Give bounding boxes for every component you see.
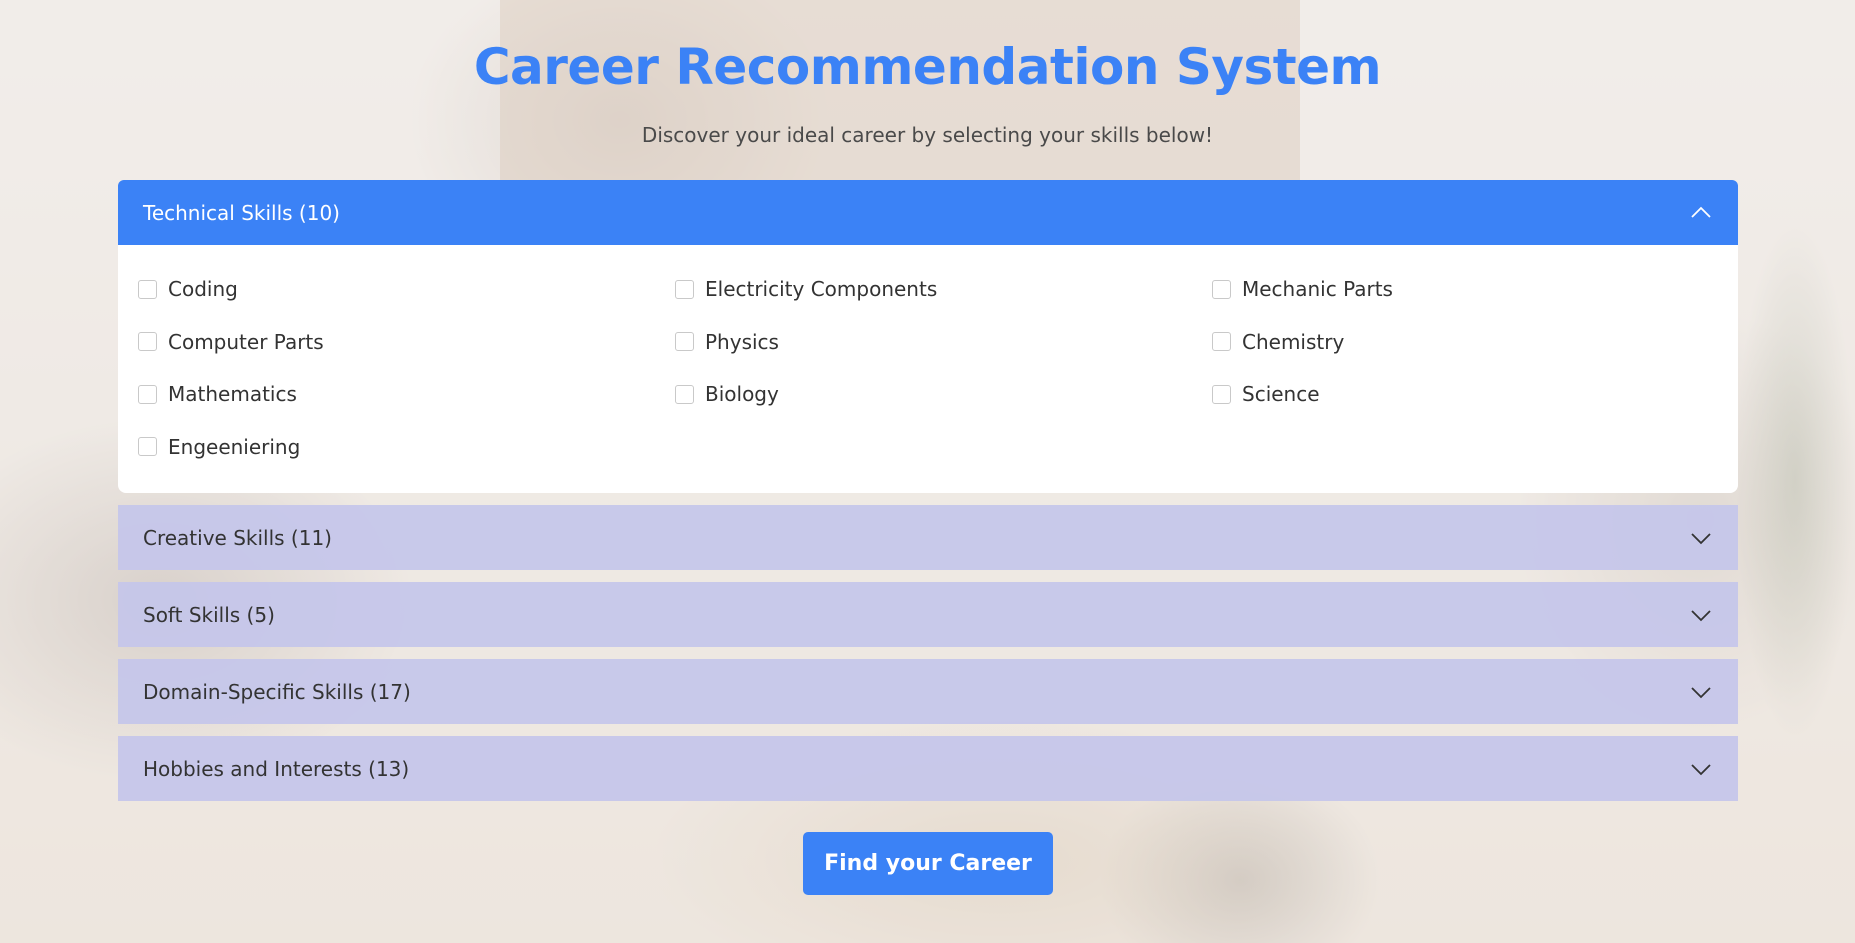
checkbox[interactable]: [138, 437, 157, 457]
skill-label: Engeeniering: [168, 434, 301, 459]
section-header-creative-skills[interactable]: Creative Skills (11): [118, 505, 1738, 570]
checkbox[interactable]: [138, 384, 157, 404]
find-career-button[interactable]: Find your Career: [803, 832, 1053, 895]
checkbox[interactable]: [138, 279, 157, 299]
section-header-technical-skills[interactable]: Technical Skills (10): [118, 180, 1738, 245]
skill-label: Science: [1242, 382, 1320, 407]
skill-label: Chemistry: [1242, 329, 1345, 354]
section-soft-skills: Soft Skills (5): [118, 582, 1738, 647]
skill-option[interactable]: Chemistry: [1212, 316, 1718, 369]
skill-label: Mechanic Parts: [1242, 277, 1393, 302]
skill-option[interactable]: Science: [1212, 368, 1718, 421]
checkbox[interactable]: [1212, 279, 1231, 299]
section-title: Domain-Specific Skills (17): [143, 679, 411, 704]
skills-accordion: Technical Skills (10) Coding Electricity…: [118, 180, 1738, 813]
skill-option[interactable]: Physics: [675, 316, 1212, 369]
chevron-down-icon: [1689, 603, 1713, 627]
checkbox[interactable]: [675, 279, 694, 299]
skill-label: Mathematics: [168, 382, 297, 407]
chevron-down-icon: [1689, 526, 1713, 550]
section-header-soft-skills[interactable]: Soft Skills (5): [118, 582, 1738, 647]
page-subtitle: Discover your ideal career by selecting …: [641, 123, 1214, 147]
chevron-up-icon: [1689, 201, 1713, 225]
skill-label: Computer Parts: [168, 329, 324, 354]
section-title: Technical Skills (10): [143, 200, 340, 225]
skill-option[interactable]: Electricity Components: [675, 263, 1212, 316]
section-title: Hobbies and Interests (13): [143, 756, 410, 781]
checkbox[interactable]: [1212, 384, 1231, 404]
section-technical-skills: Technical Skills (10) Coding Electricity…: [118, 180, 1738, 493]
section-header-hobbies-and-interests[interactable]: Hobbies and Interests (13): [118, 736, 1738, 801]
section-hobbies-and-interests: Hobbies and Interests (13): [118, 736, 1738, 801]
section-creative-skills: Creative Skills (11): [118, 505, 1738, 570]
skill-option[interactable]: Biology: [675, 368, 1212, 421]
skill-option[interactable]: Mathematics: [138, 368, 675, 421]
skill-option[interactable]: Coding: [138, 263, 675, 316]
skill-option[interactable]: Engeeniering: [138, 421, 675, 474]
page: Career Recommendation System Discover yo…: [0, 0, 1855, 943]
checkbox[interactable]: [138, 332, 157, 352]
section-domain-specific-skills: Domain-Specific Skills (17): [118, 659, 1738, 724]
checkbox[interactable]: [675, 384, 694, 404]
checkbox[interactable]: [1212, 332, 1231, 352]
section-title: Soft Skills (5): [143, 602, 275, 627]
section-body-technical-skills: Coding Electricity Components Mechanic P…: [118, 245, 1738, 493]
chevron-down-icon: [1689, 680, 1713, 704]
page-title: Career Recommendation System: [473, 38, 1382, 96]
checkbox[interactable]: [675, 332, 694, 352]
chevron-down-icon: [1689, 757, 1713, 781]
skill-option[interactable]: Computer Parts: [138, 316, 675, 369]
skill-label: Electricity Components: [705, 277, 938, 302]
skill-label: Biology: [705, 382, 779, 407]
section-title: Creative Skills (11): [143, 525, 332, 550]
skill-label: Physics: [705, 329, 779, 354]
skill-label: Coding: [168, 277, 238, 302]
section-header-domain-specific-skills[interactable]: Domain-Specific Skills (17): [118, 659, 1738, 724]
skill-option[interactable]: Mechanic Parts: [1212, 263, 1718, 316]
